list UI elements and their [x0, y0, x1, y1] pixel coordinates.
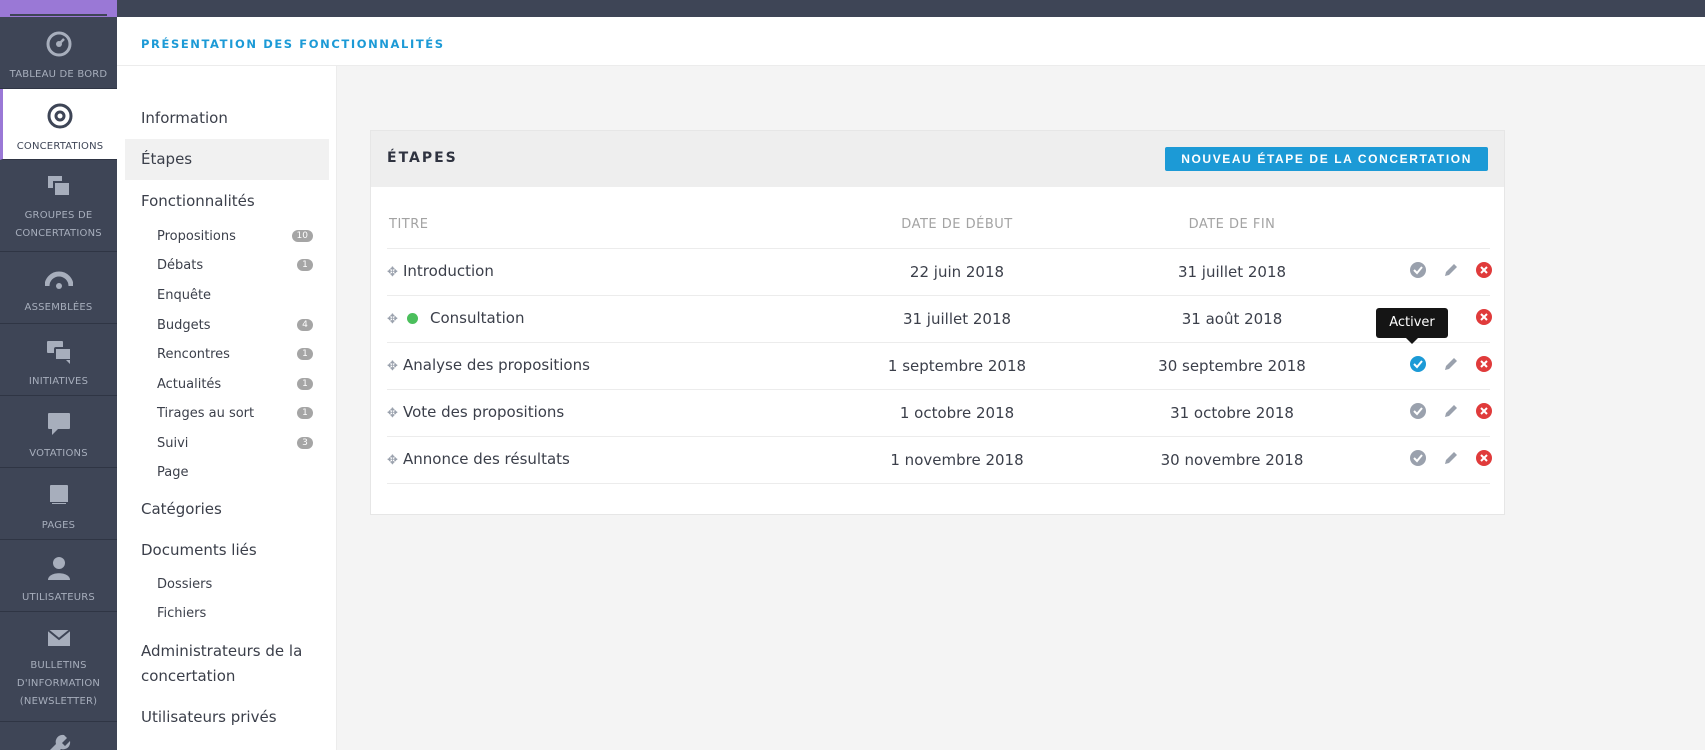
- wrench-icon: [0, 734, 117, 750]
- move-handle-icon[interactable]: ✥: [387, 265, 399, 280]
- step-start-date: 22 juin 2018: [909, 263, 1005, 281]
- new-step-button[interactable]: Nouveau étape de la concertation: [1165, 147, 1488, 171]
- subnav-information[interactable]: Information: [141, 109, 228, 127]
- step-end-date: 31 juillet 2018: [1177, 263, 1287, 281]
- move-handle-icon[interactable]: ✥: [387, 453, 399, 468]
- subnav-feature-enquete[interactable]: Enquête: [157, 288, 313, 303]
- activate-check-icon[interactable]: [1410, 403, 1426, 419]
- delete-icon[interactable]: [1476, 450, 1492, 466]
- subnav-feature-budgets[interactable]: Budgets 4: [157, 318, 313, 333]
- move-handle-icon[interactable]: ✥: [387, 359, 399, 374]
- nav-item-concertations[interactable]: Concertations: [0, 89, 117, 160]
- step-start-date: 31 juillet 2018: [902, 310, 1012, 328]
- chat-bubbles-icon: [0, 340, 117, 367]
- step-end-date: 30 septembre 2018: [1158, 357, 1306, 375]
- nav-item-pages[interactable]: Pages: [0, 468, 117, 540]
- activate-check-icon[interactable]: [1410, 450, 1426, 466]
- count-badge: 4: [297, 319, 313, 331]
- nav-item-settings[interactable]: [0, 722, 117, 750]
- edit-pencil-icon[interactable]: [1443, 403, 1459, 419]
- nav-item-initiatives[interactable]: Initiatives: [0, 324, 117, 396]
- count-badge: 1: [297, 348, 313, 360]
- column-header-title: Titre: [389, 217, 429, 232]
- edit-pencil-icon[interactable]: [1443, 356, 1459, 372]
- target-icon: [3, 103, 117, 132]
- move-handle-icon[interactable]: ✥: [387, 406, 399, 421]
- subnav-feature-tirages[interactable]: Tirages au sort 1: [157, 406, 313, 421]
- subnav-feature-suivi[interactable]: Suivi 3: [157, 436, 313, 451]
- table-row[interactable]: ✥ Analyse des propositions 1 septembre 20…: [387, 343, 1492, 390]
- book-icon: [0, 484, 117, 511]
- dashboard-icon: [0, 31, 117, 60]
- activate-tooltip: Activer: [1376, 308, 1448, 344]
- column-header-start: Date de début: [901, 217, 1013, 232]
- count-badge: 10: [291, 230, 313, 242]
- subnav-doc-fichiers[interactable]: Fichiers: [157, 606, 313, 621]
- step-title: Analyse des propositions: [403, 356, 590, 374]
- subnav-feature-propositions[interactable]: Propositions 10: [157, 229, 313, 244]
- steps-panel: Étapes Nouveau étape de la concertation …: [370, 130, 1505, 515]
- panel-header: Étapes Nouveau étape de la concertation: [371, 131, 1504, 187]
- step-end-date: 31 août 2018: [1181, 310, 1283, 328]
- activate-check-icon[interactable]: [1410, 262, 1426, 278]
- subnav-feature-actualites[interactable]: Actualités 1: [157, 377, 313, 392]
- nav-item-tableau-de-bord[interactable]: Tableau de bord: [0, 17, 117, 89]
- count-badge: 1: [297, 259, 313, 271]
- subnav-feature-rencontres[interactable]: Rencontres 1: [157, 347, 313, 362]
- delete-icon[interactable]: [1476, 356, 1492, 372]
- delete-icon[interactable]: [1476, 309, 1492, 325]
- step-start-date: 1 septembre 2018: [887, 357, 1027, 375]
- speech-bubble-icon: [0, 412, 117, 439]
- active-status-dot: [407, 313, 418, 324]
- tooltip-arrow: [1406, 338, 1418, 344]
- top-bar: [0, 0, 1705, 17]
- table-row[interactable]: ✥ Vote des propositions 1 octobre 2018 31…: [387, 390, 1492, 437]
- subnav-categories[interactable]: Catégories: [141, 500, 222, 518]
- subnav-administrateurs[interactable]: Administrateurs de la concertation: [141, 639, 321, 689]
- step-start-date: 1 octobre 2018: [899, 404, 1015, 422]
- column-header-end: Date de fin: [1188, 217, 1276, 232]
- subnav-feature-debats[interactable]: Débats 1: [157, 258, 313, 273]
- nav-item-votations[interactable]: Votations: [0, 396, 117, 468]
- subnav-documents-lies[interactable]: Documents liés: [141, 541, 257, 559]
- breadcrumb[interactable]: Présentation des fonctionnalités: [141, 37, 445, 51]
- edit-pencil-icon[interactable]: [1443, 450, 1459, 466]
- stack-icon: [0, 174, 117, 201]
- page-header: Présentation des fonctionnalités: [117, 17, 1705, 66]
- brand-logo[interactable]: [0, 0, 117, 17]
- step-end-date: 30 novembre 2018: [1160, 451, 1304, 469]
- delete-icon[interactable]: [1476, 403, 1492, 419]
- nav-item-assemblees[interactable]: Assemblées: [0, 252, 117, 324]
- nav-item-groupes-de-concertations[interactable]: Groupes de concertations: [0, 160, 117, 252]
- panel-title: Étapes: [387, 150, 458, 166]
- step-title: Introduction: [403, 262, 494, 280]
- step-title: Vote des propositions: [403, 403, 565, 421]
- count-badge: 1: [297, 378, 313, 390]
- subnav-fonctionnalites[interactable]: Fonctionnalités: [141, 192, 255, 210]
- envelope-icon: [0, 628, 117, 651]
- subnav-etapes[interactable]: Étapes: [125, 139, 329, 180]
- user-icon: [0, 556, 117, 583]
- step-start-date: 1 novembre 2018: [890, 451, 1024, 469]
- table-row[interactable]: ✥ Annonce des résultats 1 novembre 2018 3…: [387, 437, 1492, 484]
- activate-check-icon[interactable]: [1410, 356, 1426, 372]
- step-end-date: 31 octobre 2018: [1170, 404, 1294, 422]
- secondary-sidebar: Information Étapes Fonctionnalités Propo…: [117, 66, 337, 750]
- nav-item-utilisateurs[interactable]: Utilisateurs: [0, 540, 117, 612]
- table-row[interactable]: ✥ Introduction 22 juin 2018 31 juillet 20…: [387, 249, 1492, 296]
- subnav-utilisateurs-prives[interactable]: Utilisateurs privés: [141, 708, 277, 726]
- step-title: Annonce des résultats: [403, 450, 570, 468]
- count-badge: 3: [297, 437, 313, 449]
- table-row[interactable]: ✥ Consultation 31 juillet 2018 31 août 20…: [387, 296, 1492, 343]
- assembly-icon: [0, 270, 117, 293]
- subnav-feature-page[interactable]: Page: [157, 465, 313, 480]
- subnav-doc-dossiers[interactable]: Dossiers: [157, 577, 313, 592]
- step-title: Consultation: [430, 309, 525, 327]
- move-handle-icon[interactable]: ✥: [387, 312, 399, 327]
- edit-pencil-icon[interactable]: [1443, 262, 1459, 278]
- delete-icon[interactable]: [1476, 262, 1492, 278]
- count-badge: 1: [297, 407, 313, 419]
- nav-item-bulletins[interactable]: Bulletins d'information (newsletter): [0, 612, 117, 722]
- main-sidebar: Tableau de bord Concertations Groupes de…: [0, 17, 117, 750]
